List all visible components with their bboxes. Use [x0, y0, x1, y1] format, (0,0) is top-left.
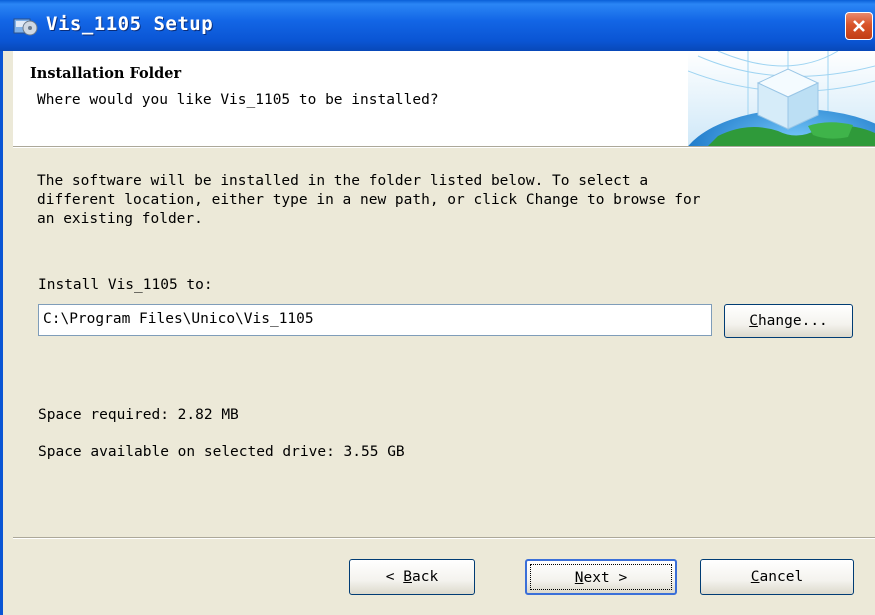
space-required-text: Space required: 2.82 MB — [38, 407, 239, 423]
close-icon — [853, 20, 865, 32]
cancel-button[interactable]: Cancel — [700, 559, 854, 595]
change-button[interactable]: Change... — [724, 304, 853, 338]
cancel-button-label: ancel — [759, 569, 804, 585]
back-button-label: ack — [412, 569, 439, 585]
title-bar[interactable]: Vis_1105 Setup — [0, 0, 875, 51]
window-title: Vis_1105 Setup — [46, 13, 214, 35]
footer-divider-highlight — [13, 538, 875, 539]
page-title: Installation Folder — [30, 65, 182, 82]
globe-cube-graphic — [688, 51, 875, 146]
next-button[interactable]: Next > — [525, 559, 677, 595]
back-button-prefix: < — [385, 569, 404, 585]
focus-rectangle — [530, 564, 672, 590]
change-button-accesskey: C — [749, 313, 758, 329]
install-path-field[interactable]: C:\Program Files\Unico\Vis_1105 — [38, 304, 712, 336]
change-button-label: hange... — [757, 313, 828, 329]
space-available-text: Space available on selected drive: 3.55 … — [38, 444, 405, 460]
back-button[interactable]: < Back — [349, 559, 475, 595]
header-divider-highlight — [13, 147, 875, 148]
cancel-button-accesskey: C — [750, 569, 760, 585]
setup-disk-icon — [12, 13, 38, 37]
setup-window: Vis_1105 Setup Installation Folder Where… — [0, 0, 875, 615]
page-subtitle: Where would you like Vis_1105 to be inst… — [37, 92, 439, 108]
back-button-accesskey: B — [403, 569, 412, 585]
intro-text: The software will be installed in the fo… — [37, 173, 701, 227]
install-location-label: Install Vis_1105 to: — [38, 277, 213, 293]
close-button[interactable] — [845, 12, 873, 40]
header-band: Installation Folder Where would you like… — [13, 51, 875, 146]
